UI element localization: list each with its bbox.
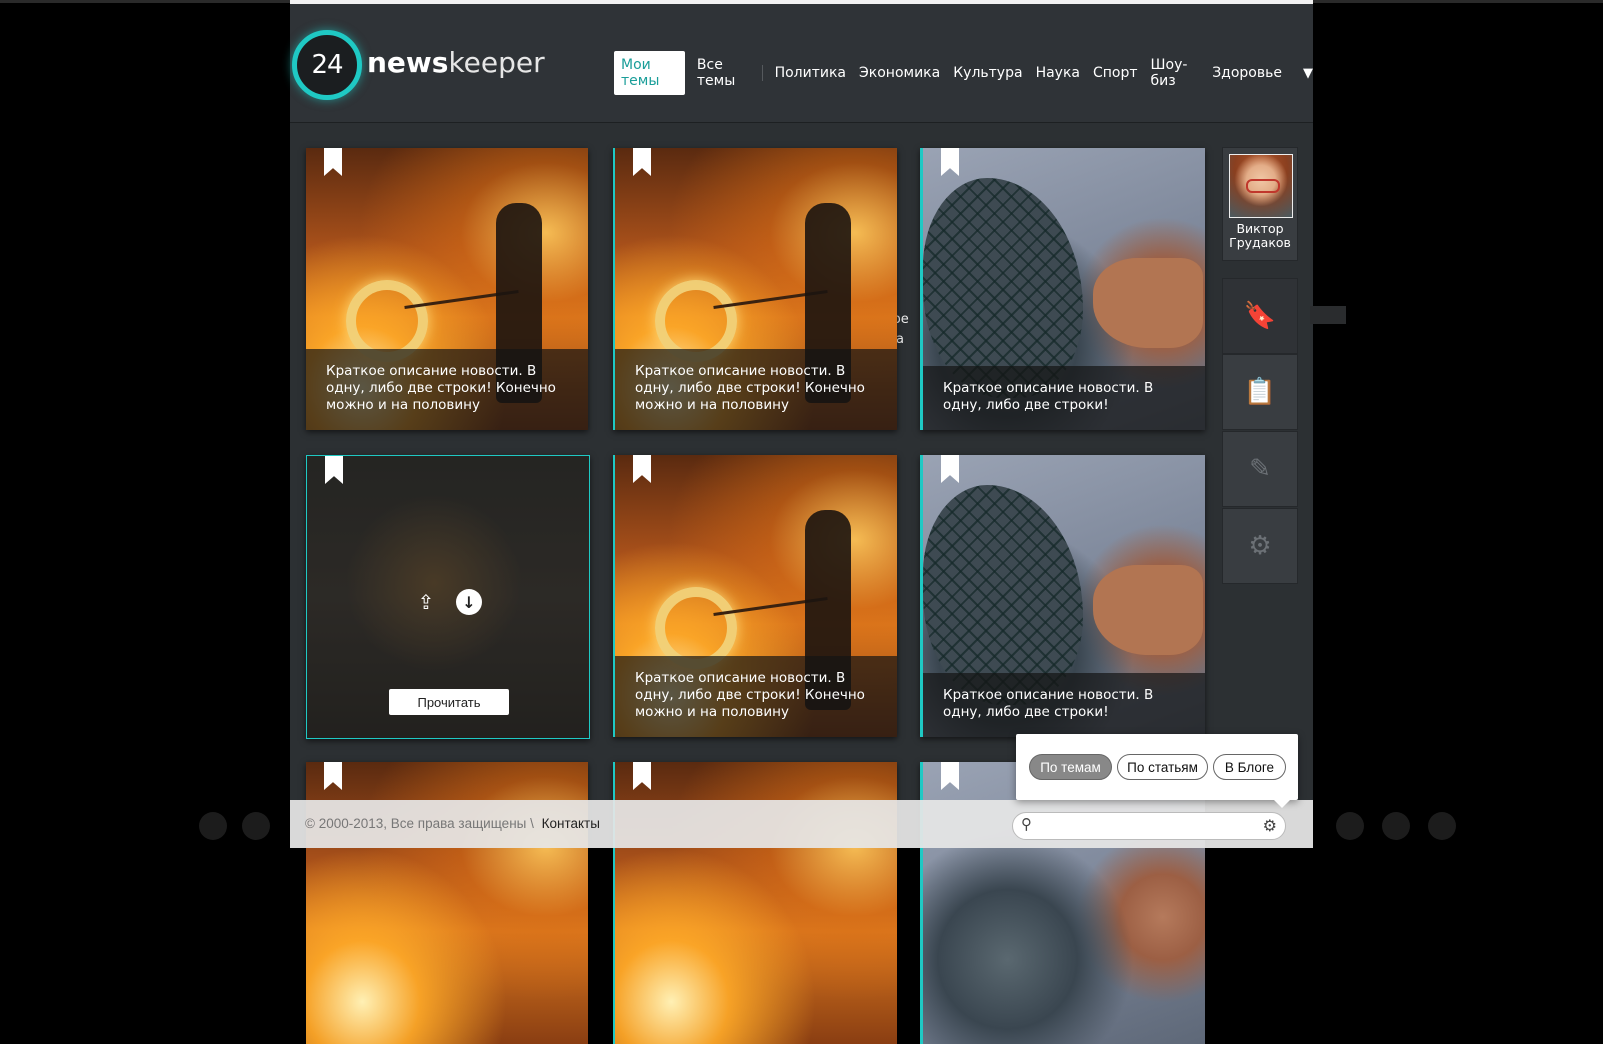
card-caption: Краткое описание новости. В одну, либо д…	[306, 349, 588, 430]
share-icon[interactable]: ⇪	[413, 589, 439, 615]
twitter-icon[interactable]	[1382, 812, 1410, 840]
chevron-down-icon[interactable]: ▼	[1303, 66, 1313, 81]
main-nav: Мои темы Все темы Политика Экономика Кул…	[614, 51, 1313, 95]
bookmark-icon[interactable]	[633, 762, 651, 790]
contacts-link[interactable]: Контакты	[542, 816, 600, 831]
logo-bold: news	[367, 46, 449, 79]
nav-item-economy[interactable]: Экономика	[853, 60, 946, 86]
filter-popup: По темам По статьям В Блоге	[1016, 734, 1298, 808]
bookmark-icon[interactable]	[324, 148, 342, 176]
pencil-icon: ✎	[1249, 454, 1271, 484]
nav-item-showbiz[interactable]: Шоу-биз	[1145, 52, 1206, 94]
news-card[interactable]: Краткое описание новости. В одну, либо д…	[613, 148, 897, 430]
card-caption: Краткое описание новости. В одну, либо д…	[615, 656, 897, 737]
header: 24 newskeeper Мои темы Все темы Политика…	[290, 4, 1313, 123]
card-image-net	[923, 178, 1083, 398]
user-last-name: Грудаков	[1229, 235, 1291, 250]
user-first-name: Виктор	[1236, 221, 1284, 236]
read-button[interactable]: Прочитать	[389, 689, 509, 715]
news-card[interactable]: Краткое описание новости. В одну, либо д…	[613, 455, 897, 737]
news-card[interactable]: Краткое описание новости. В одну, либо д…	[920, 148, 1205, 430]
footer: © 2000-2013, Все права защищены \ Контак…	[290, 800, 1313, 848]
bookmark-icon[interactable]	[941, 455, 959, 483]
filter-by-topics-button[interactable]: По темам	[1029, 754, 1112, 780]
bookmark-icon[interactable]	[324, 762, 342, 790]
bookmark-icon[interactable]	[633, 455, 651, 483]
bookmark-icon[interactable]	[941, 148, 959, 176]
search-settings-gear-icon[interactable]: ⚙	[1263, 816, 1277, 835]
sidebar-tooltip	[1310, 306, 1346, 324]
apple-icon[interactable]	[199, 812, 227, 840]
filter-by-articles-button[interactable]: По статьям	[1117, 754, 1208, 780]
clipboard-icon: 📋	[1243, 377, 1277, 407]
search-input[interactable]	[1045, 817, 1249, 837]
nav-item-health[interactable]: Здоровье	[1206, 60, 1288, 86]
filter-in-blog-button[interactable]: В Блоге	[1213, 754, 1286, 780]
logo-text[interactable]: newskeeper	[367, 46, 545, 79]
nav-item-science[interactable]: Наука	[1030, 60, 1086, 86]
avatar[interactable]	[1229, 154, 1293, 218]
nav-divider	[761, 65, 763, 81]
bookmark-icon[interactable]	[633, 148, 651, 176]
user-name: Виктор Грудаков	[1223, 222, 1297, 250]
gear-icon: ⚙	[1248, 531, 1272, 561]
instagram-icon[interactable]	[1336, 812, 1364, 840]
sidebar-pencil-button[interactable]: ✎	[1222, 431, 1298, 507]
nav-item-all-topics[interactable]: Все темы	[691, 52, 757, 94]
page: 24 newskeeper Мои темы Все темы Политика…	[290, 0, 1346, 1044]
card-caption: Краткое описание новости. В одну, либо д…	[923, 673, 1205, 737]
copyright-text: © 2000-2013, Все права защищены \	[305, 816, 534, 831]
sidebar-clipboard-button[interactable]: 📋	[1222, 354, 1298, 430]
sidebar-bookmarks-button[interactable]: 🔖	[1222, 278, 1298, 354]
nav-item-sport[interactable]: Спорт	[1087, 60, 1144, 86]
user-profile[interactable]: Виктор Грудаков	[1222, 147, 1298, 261]
news-card[interactable]: Краткое описание новости. В одну, либо д…	[306, 148, 588, 430]
card-image-hand	[1093, 565, 1203, 655]
logo-light: keeper	[448, 46, 545, 79]
search-box[interactable]: ⚲ ⚙	[1012, 812, 1286, 840]
logo-badge[interactable]: 24	[292, 30, 362, 100]
bookmark-icon: 🔖	[1243, 301, 1277, 331]
card-image-net	[923, 485, 1083, 705]
nav-item-politics[interactable]: Политика	[769, 60, 852, 86]
nav-item-my-topics[interactable]: Мои темы	[614, 51, 685, 95]
search-icon[interactable]: ⚲	[1021, 817, 1035, 832]
download-icon[interactable]: ↓	[456, 589, 482, 615]
card-caption: Краткое описание новости. В одну, либо д…	[615, 349, 897, 430]
android-icon[interactable]	[242, 812, 270, 840]
card-image-hand	[1093, 258, 1203, 348]
card-caption: Краткое описание новости. В одну, либо д…	[923, 366, 1205, 430]
nav-item-culture[interactable]: Культура	[947, 60, 1028, 86]
news-card-hovered[interactable]: ⇪ ↓ Прочитать	[306, 455, 590, 739]
bookmark-icon[interactable]	[941, 762, 959, 790]
facebook-icon[interactable]	[1428, 812, 1456, 840]
sidebar-settings-button[interactable]: ⚙	[1222, 508, 1298, 584]
copyright: © 2000-2013, Все права защищены \ Контак…	[305, 816, 600, 831]
news-card[interactable]: Краткое описание новости. В одну, либо д…	[920, 455, 1205, 737]
